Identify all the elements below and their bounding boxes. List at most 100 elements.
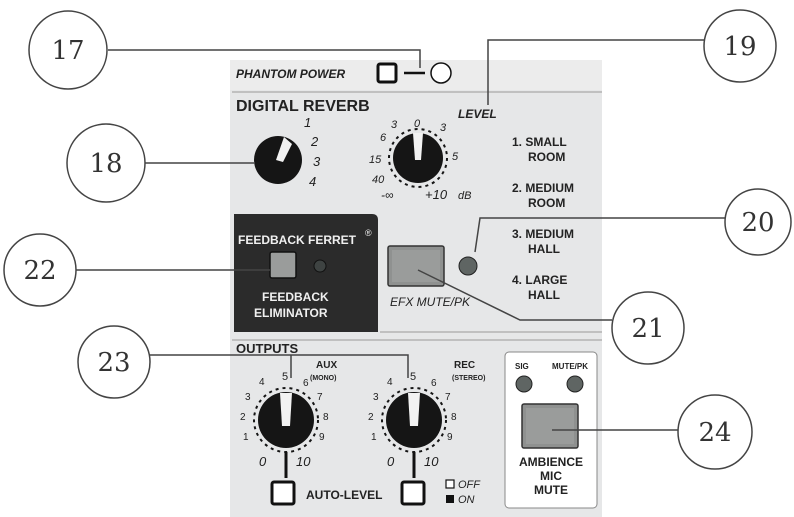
callout-18-number: 18 [89,149,122,179]
svg-text:1. SMALL: 1. SMALL [512,135,567,149]
aux-scale-tick: 3 [245,392,251,403]
rec-scale-tick: 2 [368,412,374,423]
callout-23-number: 23 [97,348,130,378]
preset-name: SMALL [525,135,566,149]
preset-num: 2. [512,181,522,195]
rec-sublabel: (STEREO) [452,375,485,382]
phantom-power-led [430,62,452,84]
rec-scale-tick: 7 [445,392,451,403]
efx-mute-label: EFX MUTE/PK [390,295,471,309]
aux-scale-tick: 10 [296,454,311,469]
level-tick: 3 [440,122,447,134]
on-label: ON [458,494,475,506]
off-indicator [445,479,455,489]
callout-17-number: 17 [51,36,84,66]
feedback-ferret-brand: FEEDBACK FERRET [238,233,357,247]
rec-scale-tick: 6 [431,378,437,389]
aux-label: AUX [316,360,337,371]
sig-led [515,375,533,393]
feedback-label-line2: ELIMINATOR [254,306,328,320]
sig-label: SIG [515,362,529,371]
callout-19: 19 [703,9,777,83]
preset-num: 3. [512,227,522,241]
rec-scale-tick: 8 [451,412,457,423]
callout-22: 22 [3,233,77,307]
callout-24-number: 24 [698,418,731,448]
select-tick: 3 [313,154,321,169]
select-tick: 1 [304,115,311,130]
callout-21: 21 [611,291,685,365]
feedback-label-line1: FEEDBACK [262,290,329,304]
rec-label: REC [454,360,475,371]
off-label: OFF [458,479,481,491]
rec-scale-tick: 3 [373,392,379,403]
svg-text:2. MEDIUM: 2. MEDIUM [512,181,574,195]
on-indicator [446,495,454,503]
ambience-label-line1: AMBIENCE [519,455,583,469]
svg-text:4. LARGE: 4. LARGE [512,273,567,287]
callout-20: 20 [724,188,792,256]
aux-scale-tick: 6 [303,378,309,389]
svg-text:3. MEDIUM: 3. MEDIUM [512,227,574,241]
aux-scale-tick: 5 [282,371,288,383]
aux-scale-tick: 7 [317,392,323,403]
digital-reverb-title: DIGITAL REVERB [236,98,370,115]
phantom-power-switch[interactable] [376,62,398,84]
level-tick: 40 [372,174,385,186]
preset-name: ROOM [528,150,565,164]
mute-pk-label: MUTE/PK [552,362,588,371]
level-tick: +10 [425,187,448,202]
aux-sublabel: (MONO) [310,375,336,382]
level-tick: 6 [380,132,387,144]
annotated-panel-diagram: PHANTOM POWER DIGITAL REVERB LEVEL 1 2 3… [3,9,794,517]
auto-level-label: AUTO-LEVEL [306,488,382,502]
aux-scale-tick: 9 [319,432,325,443]
callout-20-number: 20 [741,208,774,238]
aux-scale-tick: 0 [259,454,267,469]
preset-name: MEDIUM [525,227,574,241]
callout-24: 24 [677,394,753,470]
preset-name: MEDIUM [525,181,574,195]
mute-pk-led [566,375,584,393]
level-tick: 0 [414,118,421,130]
level-label: LEVEL [458,107,497,121]
select-tick: 2 [310,134,319,149]
feedback-eliminator-button[interactable] [269,251,297,279]
rec-scale-tick: 4 [387,377,393,388]
rec-scale-tick: 1 [371,432,377,443]
level-tick: -∞ [381,188,394,202]
select-tick: 4 [309,174,316,189]
aux-scale-tick: 8 [323,412,329,423]
rec-scale-tick: 5 [410,371,416,383]
callout-19-number: 19 [723,32,756,62]
preset-num: 4. [512,273,522,287]
outputs-title: OUTPUTS [236,341,298,356]
rec-scale-tick: 0 [387,454,395,469]
aux-scale-tick: 1 [243,432,249,443]
callout-17: 17 [28,10,108,90]
callout-21-number: 21 [631,314,664,344]
aux-scale-tick: 2 [240,412,246,423]
level-tick: 15 [369,154,382,166]
aux-scale-tick: 4 [259,377,265,388]
callout-23: 23 [77,325,151,399]
rec-auto-level-switch[interactable] [400,480,426,506]
reverb-select-knob[interactable] [254,136,302,184]
level-tick: 5 [452,151,459,163]
preset-name: ROOM [528,196,565,210]
feedback-led [313,259,327,273]
preset-num: 1. [512,135,522,149]
level-tick: 3 [391,119,398,131]
callout-18: 18 [66,123,146,203]
rec-scale-tick: 10 [424,454,439,469]
efx-peak-led [458,256,478,276]
ambience-mute-button-face [526,408,574,444]
level-tick: dB [458,190,471,202]
preset-name: HALL [528,288,560,302]
preset-name: HALL [528,242,560,256]
ambience-label-line2: MIC [540,469,562,483]
registered-mark: ® [365,228,372,238]
ambience-label-line3: MUTE [534,483,568,497]
callout-22-number: 22 [23,256,56,286]
aux-auto-level-switch[interactable] [270,480,296,506]
